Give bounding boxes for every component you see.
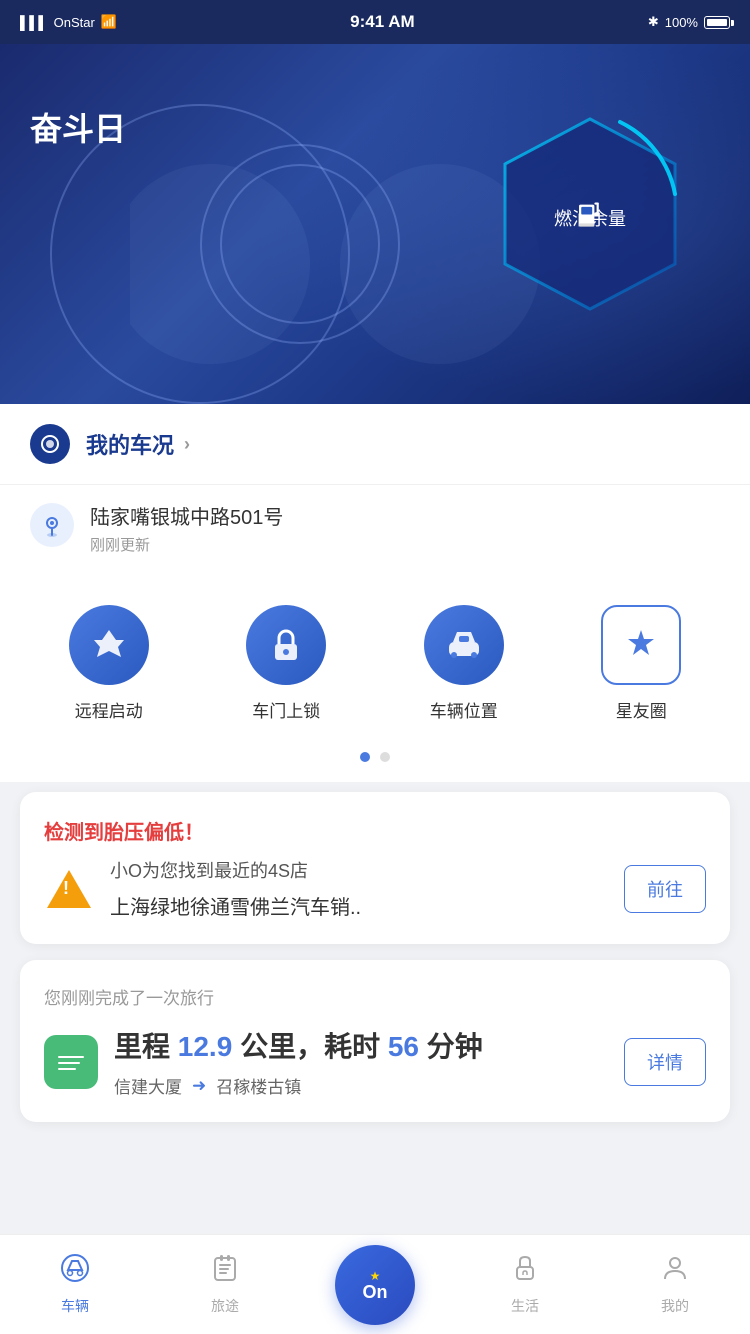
- warning-triangle: [47, 870, 91, 908]
- status-bar: ▌▌▌ OnStar 📶 9:41 AM ✱ 100%: [0, 0, 750, 44]
- remote-start-icon-wrap: [69, 605, 149, 685]
- nav-journey-label: 旅途: [211, 1296, 239, 1316]
- location-text: 陆家嘴银城中路501号 刚刚更新: [90, 501, 720, 555]
- onstar-star: ★: [370, 1269, 381, 1283]
- dot-2: [380, 752, 390, 762]
- hexagon-shape: 燃油余量: [500, 114, 680, 314]
- car-status-section[interactable]: 我的车况 ›: [0, 404, 750, 485]
- car-silhouette: [130, 94, 550, 374]
- battery-icon: [704, 16, 730, 29]
- alert-detail: 小O为您找到最近的4S店 上海绿地徐通雪佛兰汽车销..: [110, 857, 608, 920]
- actions-grid: 远程启动 车门上锁 车辆位置: [20, 605, 730, 722]
- status-right: ✱ 100%: [648, 14, 730, 30]
- dot-1: [360, 752, 370, 762]
- onstar-center-button[interactable]: ★ On: [335, 1245, 415, 1325]
- mine-nav-icon: [660, 1253, 690, 1290]
- car-status-chevron: ›: [184, 434, 190, 455]
- trip-body: 里程 12.9 公里，耗时 56 分钟 信建大厦 ➜ 召稼楼古镇 详情: [44, 1025, 706, 1098]
- car-status-label: 我的车况 ›: [86, 428, 720, 460]
- trip-duration-num: 56: [388, 1031, 419, 1062]
- hero-title: 奋斗日: [30, 104, 126, 150]
- location-updated: 刚刚更新: [90, 534, 720, 555]
- nav-mine[interactable]: 我的: [600, 1253, 750, 1316]
- door-lock-icon-wrap: [246, 605, 326, 685]
- trip-stats: 里程 12.9 公里，耗时 56 分钟 信建大厦 ➜ 召稼楼古镇: [114, 1025, 608, 1098]
- location-address: 陆家嘴银城中路501号: [90, 501, 720, 530]
- trip-card: 您刚刚完成了一次旅行 里程 12.9 公里，耗时 56 分钟 信建大厦: [20, 960, 730, 1122]
- remote-start-label: 远程启动: [75, 697, 143, 722]
- buick-logo: [30, 424, 70, 464]
- fuel-widget[interactable]: 燃油余量: [490, 104, 690, 324]
- trip-distance-num: 12.9: [178, 1031, 233, 1062]
- route-arrow-icon: ➜: [192, 1076, 206, 1096]
- nav-center[interactable]: ★ On: [300, 1245, 450, 1325]
- trip-route: 信建大厦 ➜ 召稼楼古镇: [114, 1073, 608, 1098]
- trip-distance: 里程 12.9 公里，耗时 56 分钟: [114, 1025, 608, 1065]
- journey-nav-icon: [210, 1253, 240, 1290]
- status-left: ▌▌▌ OnStar 📶: [20, 14, 117, 30]
- nav-journey[interactable]: 旅途: [150, 1253, 300, 1316]
- life-nav-icon: [510, 1253, 540, 1290]
- star-circle-label: 星友圈: [616, 697, 667, 722]
- trip-duration-unit: 分钟: [427, 1031, 483, 1062]
- page-indicator: [0, 742, 750, 782]
- nav-vehicle[interactable]: 车辆: [0, 1253, 150, 1316]
- alert-card: 检测到胎压偏低！ 小O为您找到最近的4S店 上海绿地徐通雪佛兰汽车销.. 前往: [20, 792, 730, 944]
- nav-vehicle-label: 车辆: [61, 1296, 89, 1316]
- trip-icon: [44, 1035, 98, 1089]
- wifi-icon: 📶: [101, 14, 117, 30]
- location-bar: 陆家嘴银城中路501号 刚刚更新: [0, 485, 750, 575]
- action-remote-start[interactable]: 远程启动: [69, 605, 149, 722]
- door-lock-label: 车门上锁: [252, 697, 320, 722]
- alert-title: 检测到胎压偏低！: [44, 816, 706, 845]
- detail-button[interactable]: 详情: [624, 1038, 706, 1086]
- battery-percent: 100%: [665, 15, 698, 30]
- fuel-content: 燃油余量: [554, 197, 626, 231]
- alert-desc: 小O为您找到最近的4S店: [110, 857, 608, 883]
- action-vehicle-location[interactable]: 车辆位置: [424, 605, 504, 722]
- vehicle-location-label: 车辆位置: [430, 697, 498, 722]
- carrier-name: OnStar: [54, 15, 95, 30]
- onstar-label: On: [363, 1283, 388, 1301]
- trip-header: 您刚刚完成了一次旅行: [44, 984, 706, 1009]
- trip-to: 召稼楼古镇: [216, 1073, 301, 1098]
- location-icon: [30, 503, 74, 547]
- action-door-lock[interactable]: 车门上锁: [246, 605, 326, 722]
- vehicle-nav-icon: [60, 1253, 90, 1290]
- nav-mine-label: 我的: [661, 1296, 689, 1316]
- bottom-nav: 车辆 旅途 ★ On 生活: [0, 1234, 750, 1334]
- hero-section: 奋斗日: [0, 44, 750, 404]
- cards-section: 检测到胎压偏低！ 小O为您找到最近的4S店 上海绿地徐通雪佛兰汽车销.. 前往 …: [0, 782, 750, 1132]
- action-star-circle[interactable]: 星友圈: [601, 605, 681, 722]
- warning-icon: [44, 864, 94, 914]
- alert-body: 小O为您找到最近的4S店 上海绿地徐通雪佛兰汽车销.. 前往: [44, 857, 706, 920]
- goto-button[interactable]: 前往: [624, 865, 706, 913]
- bluetooth-icon: ✱: [648, 14, 659, 30]
- status-time: 9:41 AM: [350, 12, 415, 32]
- star-circle-icon-wrap: [601, 605, 681, 685]
- signal-icon: ▌▌▌: [20, 15, 48, 30]
- alert-shop: 上海绿地徐通雪佛兰汽车销..: [110, 891, 608, 920]
- trip-distance-unit: 公里，耗时: [240, 1031, 380, 1062]
- quick-actions: 远程启动 车门上锁 车辆位置: [0, 575, 750, 742]
- nav-life[interactable]: 生活: [450, 1253, 600, 1316]
- vehicle-location-icon-wrap: [424, 605, 504, 685]
- trip-from: 信建大厦: [114, 1073, 182, 1098]
- nav-life-label: 生活: [511, 1296, 539, 1316]
